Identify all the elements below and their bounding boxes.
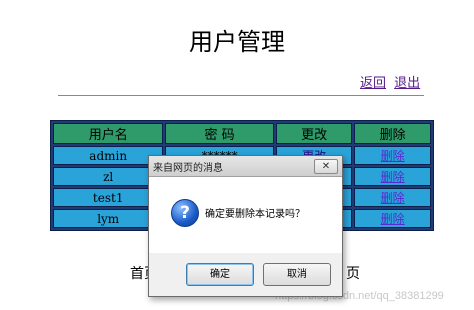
logout-link[interactable]: 退出 (394, 76, 420, 91)
dialog-titlebar[interactable]: 来自网页的消息 ✕ (149, 156, 342, 177)
cell-delete: 删除 (354, 188, 431, 207)
cell-username: test1 (53, 188, 164, 207)
cell-username: zl (53, 167, 164, 186)
cell-username: lym (53, 209, 164, 228)
dialog-footer: 确定 取消 (149, 253, 342, 296)
delete-link[interactable]: 删除 (381, 170, 405, 184)
page-title: 用户管理 (189, 28, 285, 56)
dialog-message: 确定要删除本记录吗？ (205, 209, 305, 220)
table-header-row: 用户名 密 码 更改 删除 (53, 123, 431, 144)
last-page-link[interactable]: 页 (346, 263, 360, 283)
confirm-dialog: 来自网页的消息 ✕ ? 确定要删除本记录吗？ 确定 取消 (148, 155, 343, 297)
cell-delete: 删除 (354, 167, 431, 186)
dialog-title: 来自网页的消息 (153, 163, 223, 174)
divider (58, 95, 424, 96)
cell-delete: 删除 (354, 146, 431, 165)
top-links: 返回 退出 (360, 72, 424, 91)
cell-delete: 删除 (354, 209, 431, 228)
cancel-button[interactable]: 取消 (263, 263, 331, 286)
delete-link[interactable]: 删除 (381, 212, 405, 226)
ok-button[interactable]: 确定 (186, 263, 254, 286)
header-password: 密 码 (165, 123, 274, 144)
dialog-body: ? 确定要删除本记录吗？ (149, 177, 342, 253)
delete-link[interactable]: 删除 (381, 191, 405, 205)
question-icon: ? (171, 199, 199, 227)
back-link[interactable]: 返回 (360, 76, 386, 91)
close-icon[interactable]: ✕ (314, 159, 338, 174)
header-edit: 更改 (275, 123, 353, 144)
header-delete: 删除 (354, 123, 431, 144)
delete-link[interactable]: 删除 (381, 149, 405, 163)
header-username: 用户名 (53, 123, 164, 144)
cell-username: admin (53, 146, 164, 165)
